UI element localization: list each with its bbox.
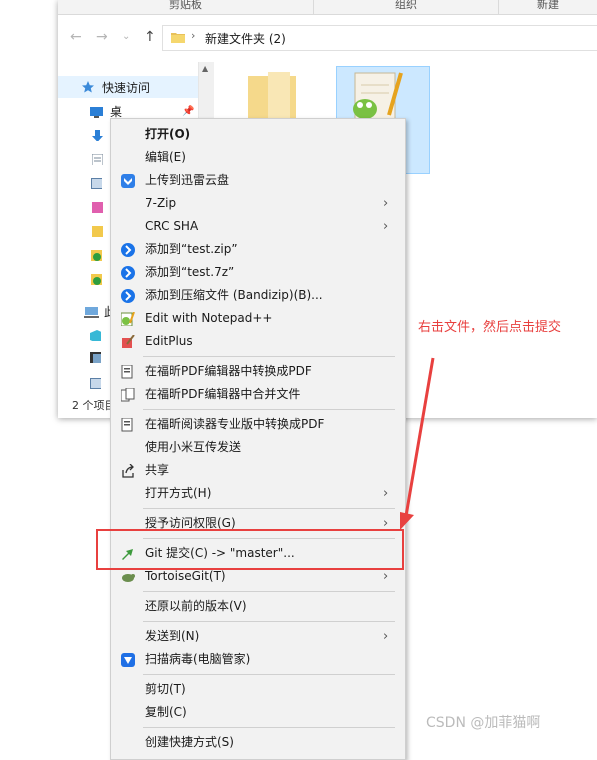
annotation-text: 右击文件，然后点击提交 <box>418 320 562 335</box>
watermark: CSDN @加菲猫啊 <box>426 715 541 731</box>
annotation-arrow-icon <box>400 357 435 530</box>
